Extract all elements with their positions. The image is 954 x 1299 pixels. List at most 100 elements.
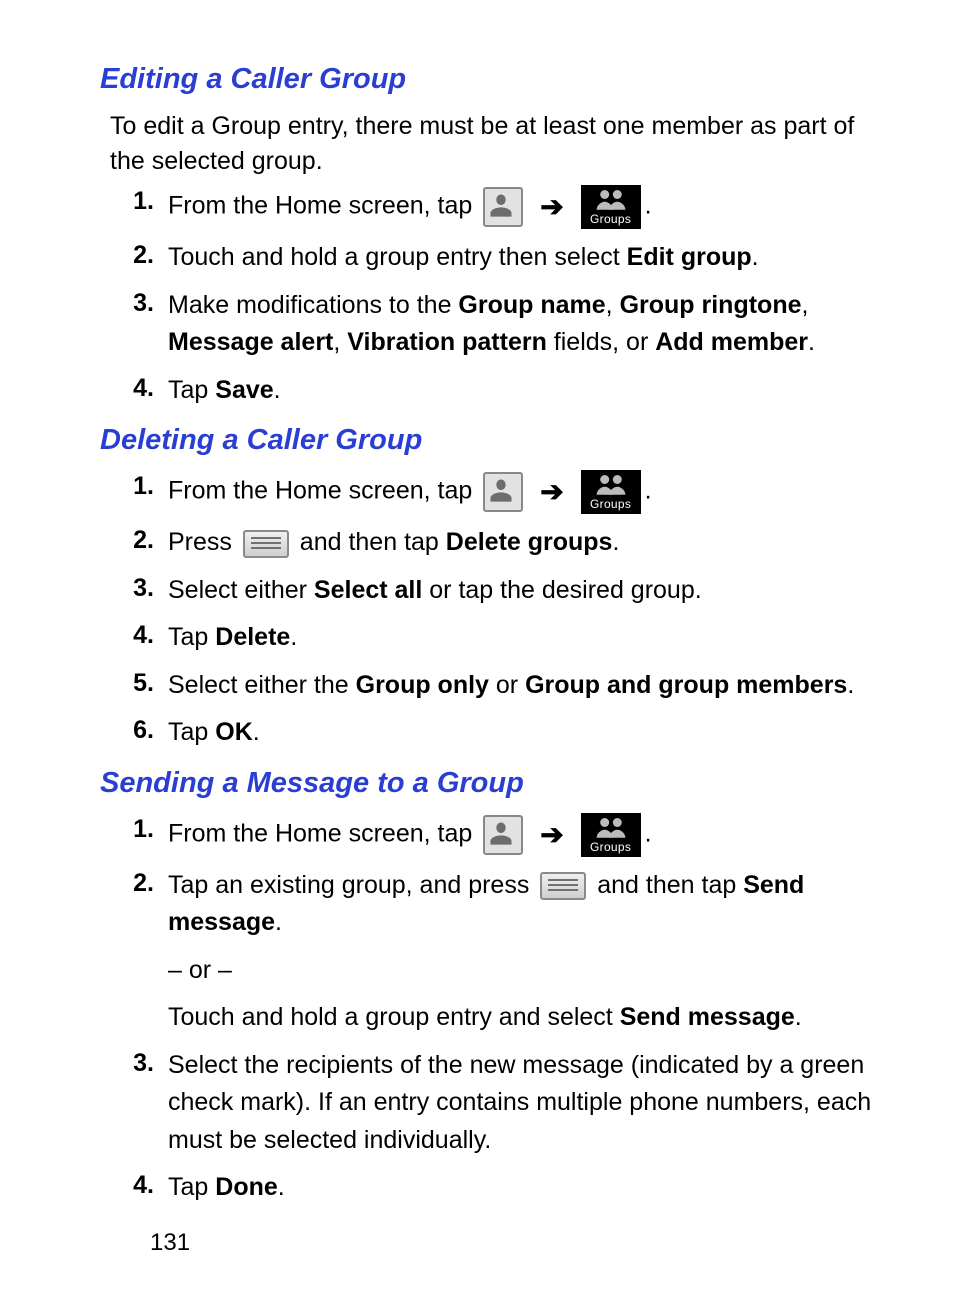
edit-step-1: 1. From the Home screen, tap ➔ Groups . — [100, 185, 894, 229]
bold: Group ringtone — [620, 291, 802, 319]
text: Tap — [168, 623, 215, 651]
period: . — [274, 376, 281, 404]
period: . — [795, 1003, 802, 1031]
bold: Delete groups — [446, 528, 613, 556]
text: Tap — [168, 718, 215, 746]
period: . — [612, 528, 619, 556]
step-text: Select either the Group only or Group an… — [168, 667, 894, 705]
send-steps: 1. From the Home screen, tap ➔ Groups . … — [100, 813, 894, 1207]
step-text: Tap Done. — [168, 1169, 894, 1207]
text: Touch and hold a group entry and select — [168, 1003, 620, 1031]
step-number: 5. — [100, 667, 168, 701]
period: . — [275, 908, 282, 936]
text: Tap — [168, 376, 215, 404]
text: or tap the desired group. — [422, 576, 701, 604]
step-number: 6. — [100, 714, 168, 748]
step-text: From the Home screen, tap ➔ Groups . — [168, 185, 894, 229]
send-step-3: 3. Select the recipients of the new mess… — [100, 1047, 894, 1160]
edit-step-3: 3. Make modifications to the Group name,… — [100, 287, 894, 362]
bold: Group name — [458, 291, 605, 319]
step-number: 2. — [100, 239, 168, 273]
text: , — [333, 328, 347, 356]
step-text: Tap Save. — [168, 372, 894, 410]
period: . — [253, 718, 260, 746]
contacts-icon — [483, 472, 523, 512]
text: Tap — [168, 1173, 215, 1201]
text: From the Home screen, tap — [168, 477, 479, 505]
text: Select either the — [168, 671, 356, 699]
period: . — [290, 623, 297, 651]
step-text: From the Home screen, tap ➔ Groups . — [168, 813, 894, 857]
text: and then tap — [590, 871, 743, 899]
contacts-icon — [483, 815, 523, 855]
text: or — [489, 671, 525, 699]
send-step-2: 2. Tap an existing group, and press and … — [100, 867, 894, 1037]
text: Tap an existing group, and press — [168, 871, 536, 899]
step-text: Tap an existing group, and press and the… — [168, 867, 894, 1037]
or-divider: – or – — [168, 952, 894, 990]
groups-label: Groups — [581, 210, 641, 228]
arrow-icon: ➔ — [540, 814, 563, 856]
send-step-4: 4. Tap Done. — [100, 1169, 894, 1207]
text: and then tap — [293, 528, 446, 556]
step-text: Tap OK. — [168, 714, 894, 752]
text: , — [802, 291, 809, 319]
text: From the Home screen, tap — [168, 820, 479, 848]
menu-icon — [243, 530, 289, 558]
menu-icon — [540, 872, 586, 900]
step-text: Make modifications to the Group name, Gr… — [168, 287, 894, 362]
bold: Done — [215, 1173, 278, 1201]
period: . — [847, 671, 854, 699]
contacts-icon — [483, 187, 523, 227]
step-number: 2. — [100, 524, 168, 558]
bold: Select all — [314, 576, 422, 604]
edit-step-2: 2. Touch and hold a group entry then sel… — [100, 239, 894, 277]
arrow-icon: ➔ — [540, 471, 563, 513]
delete-step-5: 5. Select either the Group only or Group… — [100, 667, 894, 705]
step-number: 4. — [100, 372, 168, 406]
step-number: 1. — [100, 813, 168, 847]
step-text: Select the recipients of the new message… — [168, 1047, 894, 1160]
step-text: From the Home screen, tap ➔ Groups . — [168, 470, 894, 514]
delete-step-6: 6. Tap OK. — [100, 714, 894, 752]
delete-step-4: 4. Tap Delete. — [100, 619, 894, 657]
step-number: 3. — [100, 1047, 168, 1081]
heading-editing: Editing a Caller Group — [100, 60, 894, 99]
bold: Save — [215, 376, 273, 404]
bold: Vibration pattern — [347, 328, 547, 356]
groups-icon: Groups — [581, 470, 641, 514]
page-number: 131 — [150, 1227, 894, 1259]
step-number: 1. — [100, 185, 168, 219]
step-text: Press and then tap Delete groups. — [168, 524, 894, 562]
step-number: 1. — [100, 470, 168, 504]
period: . — [752, 243, 759, 271]
edit-steps: 1. From the Home screen, tap ➔ Groups . … — [100, 185, 894, 409]
bold: Delete — [215, 623, 290, 651]
delete-step-2: 2. Press and then tap Delete groups. — [100, 524, 894, 562]
heading-sending: Sending a Message to a Group — [100, 764, 894, 803]
period: . — [645, 192, 652, 220]
delete-steps: 1. From the Home screen, tap ➔ Groups . … — [100, 470, 894, 752]
step-text: Touch and hold a group entry then select… — [168, 239, 894, 277]
delete-step-3: 3. Select either Select all or tap the d… — [100, 572, 894, 610]
step-number: 3. — [100, 287, 168, 321]
bold: Add member — [655, 328, 808, 356]
manual-page: Editing a Caller Group To edit a Group e… — [0, 0, 954, 1299]
alt-text: Touch and hold a group entry and select … — [168, 999, 894, 1037]
groups-icon: Groups — [581, 813, 641, 857]
text: Touch and hold a group entry then select — [168, 243, 627, 271]
text: Make modifications to the — [168, 291, 458, 319]
step-text: Select either Select all or tap the desi… — [168, 572, 894, 610]
arrow-icon: ➔ — [540, 186, 563, 228]
step-number: 2. — [100, 867, 168, 901]
period: . — [645, 477, 652, 505]
groups-label: Groups — [581, 838, 641, 856]
send-step-1: 1. From the Home screen, tap ➔ Groups . — [100, 813, 894, 857]
delete-step-1: 1. From the Home screen, tap ➔ Groups . — [100, 470, 894, 514]
bold: Group only — [356, 671, 489, 699]
text: From the Home screen, tap — [168, 192, 479, 220]
text: Select either — [168, 576, 314, 604]
text: , — [606, 291, 620, 319]
bold: Group and group members — [525, 671, 847, 699]
text: fields, or — [547, 328, 655, 356]
